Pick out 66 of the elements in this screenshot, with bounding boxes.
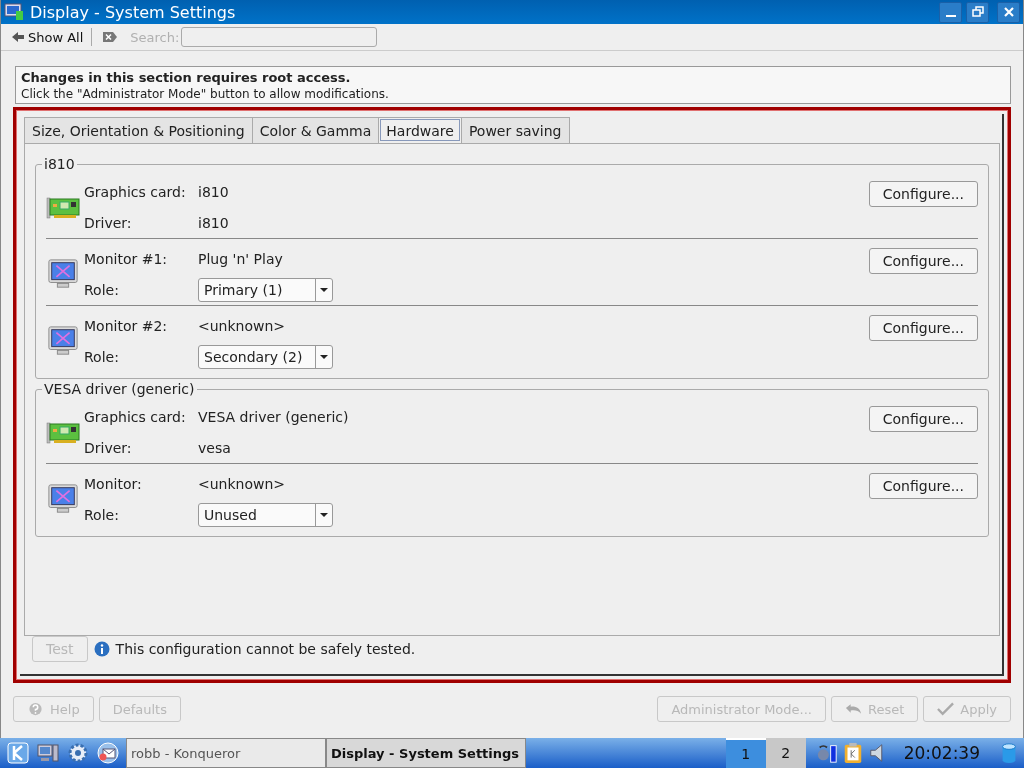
- field-label: Monitor:: [84, 475, 142, 492]
- tab[interactable]: Size, Orientation & Positioning: [24, 117, 253, 143]
- minimize-button[interactable]: [939, 1, 962, 23]
- k-menu-icon[interactable]: [6, 741, 30, 765]
- clear-icon[interactable]: [102, 31, 119, 43]
- notice-title: Changes in this section requires root access.: [21, 70, 352, 85]
- field-label: Role:: [84, 348, 119, 365]
- field-value: VESA driver (generic): [198, 408, 349, 425]
- field-value: i810: [198, 214, 229, 231]
- caret-icon: [320, 287, 328, 292]
- field-value: vesa: [198, 439, 231, 456]
- show-all-button[interactable]: Show All: [9, 29, 86, 45]
- restore-icon: [971, 6, 984, 18]
- role-dropdown[interactable]: Primary (1): [198, 277, 333, 302]
- search-label: Search:: [130, 29, 180, 45]
- close-button[interactable]: [997, 1, 1020, 23]
- tab[interactable]: Hardware: [378, 117, 462, 143]
- close-icon: [1002, 6, 1015, 18]
- minimize-icon: [945, 15, 956, 17]
- field-value: <unknown>: [198, 475, 286, 492]
- help-icon: [27, 702, 44, 716]
- field-value: Plug 'n' Play: [198, 250, 283, 267]
- configure-button[interactable]: Configure...: [868, 406, 978, 432]
- info-icon: [93, 641, 110, 657]
- monitor-icon: [46, 325, 80, 357]
- group-title: VESA driver (generic): [43, 381, 196, 397]
- info-text: This configuration cannot be safely tested.: [115, 641, 416, 657]
- field-label: Driver:: [84, 214, 132, 231]
- caret-icon: [320, 354, 328, 359]
- gear-icon[interactable]: [66, 741, 90, 765]
- monitor-icon: [4, 3, 24, 21]
- taskbar-button[interactable]: robb - Konqueror: [126, 738, 326, 768]
- tab[interactable]: Color & Gamma: [251, 117, 380, 143]
- tab[interactable]: Power saving: [460, 117, 570, 143]
- configure-button[interactable]: Configure...: [868, 181, 978, 207]
- configure-button[interactable]: Configure...: [868, 248, 978, 274]
- field-label: Monitor #2:: [84, 317, 168, 334]
- checkmark-icon: [937, 702, 955, 716]
- field-value: <unknown>: [198, 317, 286, 334]
- field-label: Graphics card:: [84, 183, 186, 200]
- field-label: Graphics card:: [84, 408, 186, 425]
- desktop-button[interactable]: 2: [765, 738, 806, 768]
- role-dropdown[interactable]: Secondary (2): [198, 344, 333, 369]
- restore-button[interactable]: [966, 1, 989, 23]
- window-title: Display - System Settings: [30, 2, 237, 22]
- taskbar-button[interactable]: Display - System Settings: [326, 738, 526, 768]
- network-icon[interactable]: [815, 742, 838, 764]
- role-dropdown[interactable]: Unused: [198, 502, 333, 527]
- desktop-button[interactable]: 1: [725, 738, 766, 768]
- field-label: Driver:: [84, 439, 132, 456]
- caret-icon: [320, 512, 328, 517]
- configure-button[interactable]: Configure...: [868, 473, 978, 499]
- field-label: Role:: [84, 281, 119, 298]
- field-label: Monitor #1:: [84, 250, 168, 267]
- monitor-icon: [46, 258, 80, 290]
- clock: 20:02:39: [903, 743, 980, 763]
- undo-arrow-icon: [844, 702, 862, 716]
- mail-icon[interactable]: [96, 741, 120, 765]
- back-arrow-icon: [11, 31, 25, 43]
- group-title: i810: [43, 156, 76, 172]
- configure-button[interactable]: Configure...: [868, 315, 978, 341]
- notice-text: Click the "Administrator Mode" button to allow modifications.: [21, 87, 390, 101]
- field-value: i810: [198, 183, 229, 200]
- field-label: Role:: [84, 506, 119, 523]
- computer-icon[interactable]: [36, 741, 60, 765]
- monitor-icon: [46, 483, 80, 515]
